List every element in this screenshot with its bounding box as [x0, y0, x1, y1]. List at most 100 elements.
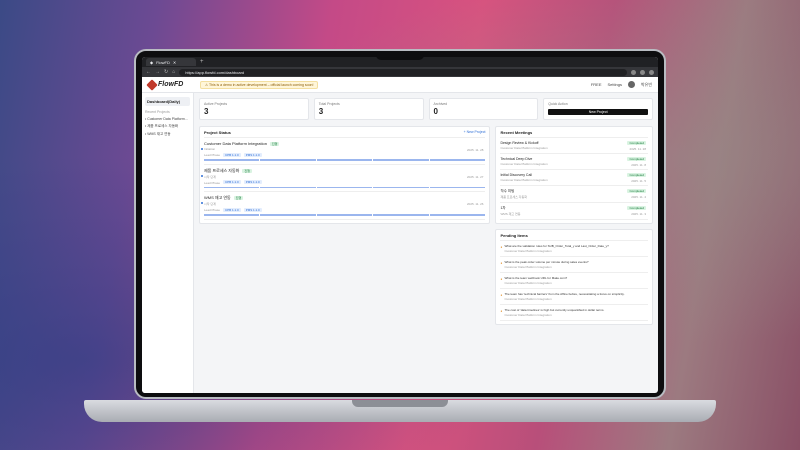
new-tab-icon[interactable]: +	[200, 59, 204, 65]
project-phase: 시작 단계	[204, 202, 216, 206]
avatar[interactable]	[627, 81, 635, 88]
status-badge: Completed	[627, 173, 646, 177]
version-chip: CPB 1.1.0	[223, 207, 241, 212]
pending-item[interactable]: ● What are the validation rules for SUB_O…	[500, 241, 648, 257]
settings-link[interactable]: Settings	[608, 82, 622, 87]
url-input[interactable]: https://app.flowfd.com/dashboard	[179, 68, 627, 76]
meeting-date: 2025. 11. 3	[631, 212, 646, 216]
status-badge: 진행	[233, 196, 244, 200]
pending-item[interactable]: ● What is the team webhook URL for Make.c…	[500, 273, 648, 289]
meeting-project: 제품 프로세스 자동화	[500, 195, 527, 199]
panel-title: Recent Meetings	[500, 130, 533, 135]
app-header: FlowFD ⚠ This is a demo in active develo…	[142, 77, 658, 93]
project-date: 2025. 11. 27	[466, 174, 484, 179]
sidebar-item-project[interactable]: • WMS 재고 연동	[145, 132, 190, 137]
meeting-row[interactable]: Design Review & Kickoff Customer Data Pla…	[500, 138, 648, 154]
forward-icon[interactable]: →	[155, 69, 160, 75]
status-badge: Completed	[627, 189, 646, 193]
pending-project: Customer Data Platform Integration	[504, 281, 552, 285]
meeting-project: Customer Data Platform Integration	[500, 162, 548, 166]
pending-text: The team has 'technical barriers' from t…	[504, 292, 625, 296]
sidebar-item-project[interactable]: • Customer Data Platform...	[145, 117, 190, 121]
pending-text: What is the team webhook URL for Make.co…	[504, 276, 568, 280]
meeting-project: Customer Data Platform Integration	[500, 178, 548, 182]
sidebar-item-project[interactable]: • 제품 프로세스 자동화	[145, 124, 190, 129]
progress-bar	[204, 214, 486, 216]
version-chip: CPB 1.1.0	[223, 180, 241, 184]
pending-item[interactable]: ● The team has 'technical barriers' from …	[500, 289, 648, 305]
meeting-name: 1차	[500, 206, 506, 210]
stat-value: 0	[433, 107, 438, 116]
stat-value: 3	[204, 107, 209, 116]
meeting-date: 2025. 11. 5	[631, 179, 646, 183]
close-tab-icon[interactable]: ✕	[173, 60, 176, 65]
laptop-screen-frame: ◆ FlowFD ✕ + ← → ↻ ⌂ https://app.flowfd.…	[134, 49, 666, 399]
pending-item[interactable]: ● The cost of 'data timelines' is high bu…	[500, 305, 648, 321]
question-icon: ●	[500, 277, 503, 281]
pending-project: Customer Data Platform Integration	[504, 265, 552, 269]
back-icon[interactable]: ←	[146, 69, 151, 75]
logo-text: FlowFD	[158, 81, 184, 88]
meeting-date: 2025. 11. 8	[631, 163, 646, 167]
project-row[interactable]: WMS 재고 연동 진행 시작 단계 Lead Phase CPB 1.1.0 PMS…	[201, 192, 486, 220]
stat-card-archived: Archived 0	[428, 98, 539, 120]
pending-project: Customer Data Platform Integration	[504, 297, 552, 301]
logo[interactable]: FlowFD	[146, 78, 200, 91]
status-dot-icon	[201, 148, 203, 150]
sidebar-item-dashboard[interactable]: Dashboard(Daily)	[145, 97, 190, 106]
status-badge: Completed	[627, 206, 646, 210]
profile-icon[interactable]	[649, 69, 654, 75]
version-chip: PMS 1.1.0	[243, 180, 262, 184]
project-phase: 시작 단계	[204, 174, 216, 179]
new-project-link[interactable]: + New Project	[464, 130, 486, 135]
version-chip: PMS 1.1.0	[243, 207, 262, 212]
pending-text: The cost of 'data timelines' is high but…	[504, 308, 605, 312]
project-name: Customer Data Platform Integration	[204, 141, 267, 146]
panel-title: Pending Items	[500, 233, 528, 238]
meeting-row[interactable]: 착수 미팅 제품 프로세스 자동화 Completed 2025. 11. 4	[500, 186, 648, 203]
user-name[interactable]: 박유빈	[641, 82, 652, 88]
pending-items-panel: Pending Items ● What are the validation r…	[495, 229, 653, 325]
lead-phase: Lead Phase	[204, 180, 221, 185]
pending-project: Customer Data Platform Integration	[504, 313, 552, 317]
sidebar-section-title: Recent Projects	[145, 110, 170, 114]
project-row[interactable]: 제품 프로세스 자동화 진행 시작 단계 Lead Phase CPB 1.1.0 P…	[201, 165, 486, 192]
status-badge: Completed	[627, 141, 646, 145]
stat-label: Active Projects	[204, 102, 228, 106]
meeting-name: Design Review & Kickoff	[500, 141, 539, 145]
browser-window: ◆ FlowFD ✕ + ← → ↻ ⌂ https://app.flowfd.…	[142, 57, 658, 393]
home-icon[interactable]: ⌂	[172, 69, 175, 75]
project-date: 2025. 11. 26	[466, 202, 484, 206]
stat-label: Quick Action	[548, 102, 568, 106]
meeting-date: 2025. 11. 28	[629, 147, 646, 151]
project-name: WMS 재고 연동	[204, 195, 231, 200]
stat-value: 3	[318, 107, 324, 116]
project-phase: Initiation	[204, 147, 216, 151]
reload-icon[interactable]: ↻	[164, 69, 168, 75]
extension-icon[interactable]	[640, 69, 645, 75]
question-icon: ●	[500, 293, 503, 297]
browser-tab[interactable]: ◆ FlowFD ✕	[146, 58, 196, 66]
sidebar-item-label: Customer Data Platform...	[147, 117, 188, 121]
demo-banner: ⚠ This is a demo in active development –…	[200, 80, 319, 89]
meeting-row[interactable]: 1차 WMS 재고 연동 Completed 2025. 11. 3	[500, 203, 648, 220]
camera-notch	[376, 51, 424, 60]
address-bar-row: ← → ↻ ⌂ https://app.flowfd.com/dashboard	[142, 67, 658, 77]
pending-item[interactable]: ● What is the peak order volume per minut…	[500, 257, 648, 273]
project-status-panel: Project Status + New Project Customer Da…	[199, 126, 491, 224]
meeting-row[interactable]: Initial Discovery Call Customer Data Plat…	[500, 170, 648, 186]
stat-label: Archived	[433, 102, 448, 106]
logo-mark-icon	[146, 78, 158, 91]
stat-card-total: Total Projects 3	[313, 98, 424, 120]
status-badge: 진행	[269, 141, 280, 146]
version-chip: PMS 1.1.0	[243, 152, 262, 157]
extension-icon[interactable]	[631, 69, 636, 75]
quick-action-card: Quick Action New Project	[543, 98, 653, 120]
meeting-project: WMS 재고 연동	[500, 212, 521, 216]
new-project-button[interactable]: New Project	[548, 109, 648, 115]
project-row[interactable]: Customer Data Platform Integration 진행 Ini…	[201, 138, 486, 165]
meeting-row[interactable]: Technical Deep Dive Customer Data Platfor…	[500, 154, 648, 170]
base-notch	[352, 400, 448, 407]
recent-meetings-panel: Recent Meetings Design Review & Kickoff C…	[495, 126, 653, 224]
sidebar: Dashboard(Daily) Recent Projects • Custo…	[142, 93, 194, 393]
